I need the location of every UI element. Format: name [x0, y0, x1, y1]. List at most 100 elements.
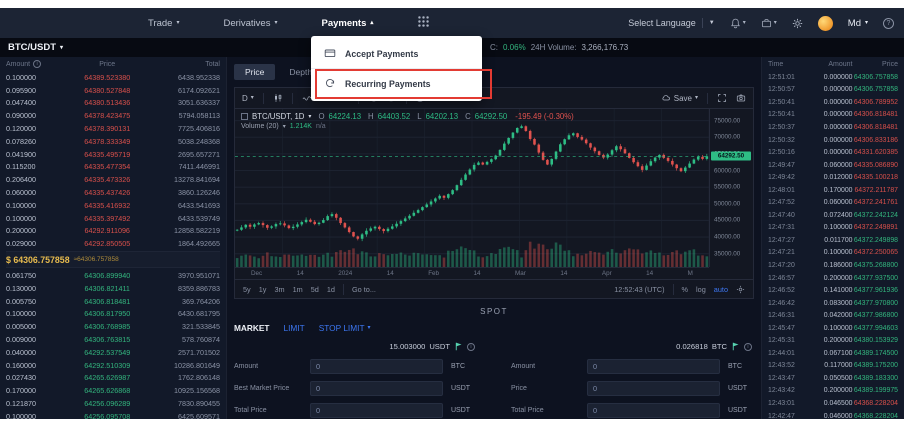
trade-row[interactable]: 12:47:400.07240064372.242124 [768, 209, 898, 222]
apps-grid-button[interactable] [417, 15, 430, 31]
orderbook-bid-row[interactable]: 0.17000064265.62686810925.156568 [6, 384, 220, 397]
info-icon[interactable]: i [33, 60, 41, 68]
trade-row[interactable]: 12:48:010.17000064372.211787 [768, 184, 898, 197]
log-scale-button[interactable]: log [696, 285, 706, 294]
chart-type-button[interactable] [273, 93, 283, 103]
legend-symbol[interactable]: BTC/USDT, 1D [252, 112, 304, 121]
portfolio-button[interactable]: ▾ [761, 18, 777, 29]
orderbook-bid-row[interactable]: 0.12187064256.0962897830.890455 [6, 397, 220, 410]
sell-price-input[interactable] [587, 381, 720, 396]
percent-scale-button[interactable]: % [682, 285, 689, 294]
user-menu[interactable]: Md ▾ [848, 18, 868, 29]
trade-row[interactable]: 12:45:470.10000064377.994603 [768, 322, 898, 335]
trade-row[interactable]: 12:43:420.20000064389.199975 [768, 385, 898, 398]
orderbook-ask-row[interactable]: 0.06000064335.4374263860.126246 [6, 186, 220, 199]
orderbook-ask-row[interactable]: 0.10000064335.4169326433.541693 [6, 199, 220, 212]
orderbook-ask-row[interactable]: 0.04740064380.5134363051.636337 [6, 97, 220, 110]
chart-canvas[interactable] [235, 109, 709, 267]
trade-row[interactable]: 12:46:310.04200064377.986800 [768, 309, 898, 322]
trade-row[interactable]: 12:50:160.00000064331.620385 [768, 146, 898, 159]
flag-icon[interactable] [731, 342, 740, 351]
range-button-3m[interactable]: 3m [274, 285, 284, 294]
menu-recurring-payments[interactable]: Recurring Payments [311, 69, 482, 98]
trade-row[interactable]: 12:47:270.01170064372.249898 [768, 234, 898, 247]
chart-x-axis[interactable]: Dec14202414Feb14Mar14Apr14M [235, 267, 709, 279]
trade-row[interactable]: 12:47:310.10000064372.249891 [768, 222, 898, 235]
orderbook-ask-row[interactable]: 0.10000064335.3974926433.539749 [6, 212, 220, 225]
orderbook-ask-row[interactable]: 0.09000064378.4234755794.058113 [6, 109, 220, 122]
orderbook-bid-row[interactable]: 0.04000064292.5375492571.701502 [6, 346, 220, 359]
buy-total-input[interactable] [310, 403, 443, 418]
orderbook-bid-row[interactable]: 0.16000064292.51030910286.801649 [6, 359, 220, 372]
interval-button[interactable]: D ▾ [242, 94, 254, 103]
trade-row[interactable]: 12:49:470.06000064335.086890 [768, 159, 898, 172]
trade-row[interactable]: 12:50:410.00000064306.818481 [768, 109, 898, 122]
orderbook-ask-row[interactable]: 0.12000064378.3901317725.406816 [6, 122, 220, 135]
chart-settings-icon[interactable] [736, 285, 745, 294]
tab-limit[interactable]: LIMIT [284, 323, 305, 333]
auto-scale-button[interactable]: auto [714, 285, 728, 294]
volume-legend-label[interactable]: Volume (20) [241, 123, 279, 130]
menu-accept-payments[interactable]: Accept Payments [311, 39, 482, 68]
trade-row[interactable]: 12:47:200.18600064375.268800 [768, 259, 898, 272]
trade-row[interactable]: 12:47:520.06000064372.241761 [768, 196, 898, 209]
trade-row[interactable]: 12:50:320.00000064306.833186 [768, 134, 898, 147]
info-icon[interactable]: i [467, 343, 475, 351]
sell-total-input[interactable] [587, 403, 720, 418]
trade-row[interactable]: 12:46:570.20000064377.937500 [768, 272, 898, 285]
snapshot-button[interactable] [736, 93, 746, 103]
orderbook-bid-row[interactable]: 0.06175064306.8999403970.951071 [6, 269, 220, 282]
trade-row[interactable]: 12:42:470.04600064368.228204 [768, 410, 898, 419]
fullscreen-button[interactable] [717, 93, 727, 103]
range-button-5d[interactable]: 5d [311, 285, 319, 294]
trade-row[interactable]: 12:45:310.20000064380.153929 [768, 334, 898, 347]
trade-row[interactable]: 12:44:010.06710064389.174500 [768, 347, 898, 360]
buy-amount-input[interactable] [310, 359, 443, 374]
chart-clock[interactable]: 12:52:43 (UTC) [614, 285, 664, 294]
range-button-1m[interactable]: 1m [293, 285, 303, 294]
tab-market[interactable]: MARKET [234, 323, 270, 333]
orderbook-ask-row[interactable]: 0.11520064335.4773547411.446991 [6, 161, 220, 174]
orderbook-ask-row[interactable]: 0.20640064335.47332613278.841694 [6, 173, 220, 186]
save-button[interactable]: Save ▾ [661, 93, 698, 103]
tab-stop-limit[interactable]: STOP LIMIT ▾ [319, 323, 371, 333]
language-selector[interactable]: Select Language ▼ [628, 18, 715, 28]
buy-price-input[interactable] [310, 381, 443, 396]
orderbook-ask-row[interactable]: 0.02900064292.8505051864.492665 [6, 237, 220, 250]
trade-row[interactable]: 12:43:010.04650064368.228204 [768, 397, 898, 410]
trade-row[interactable]: 12:51:010.00000064306.757858 [768, 71, 898, 84]
orderbook-bid-row[interactable]: 0.10000064306.8179506430.681795 [6, 308, 220, 321]
range-button-5y[interactable]: 5y [243, 285, 251, 294]
trade-row[interactable]: 12:49:420.01200064335.100218 [768, 171, 898, 184]
range-button-1y[interactable]: 1y [259, 285, 267, 294]
trade-row[interactable]: 12:50:570.00000064306.757858 [768, 84, 898, 97]
info-icon[interactable]: i [744, 343, 752, 351]
orderbook-ask-row[interactable]: 0.20000064292.91109612858.582219 [6, 225, 220, 238]
trade-row[interactable]: 12:43:470.05050064389.183300 [768, 372, 898, 385]
orderbook-ask-row[interactable]: 0.10000064389.5233806438.952338 [6, 71, 220, 84]
orderbook-bid-row[interactable]: 0.00575064306.818481369.764206 [6, 295, 220, 308]
orderbook-ask-row[interactable]: 0.09590064380.5278486174.092621 [6, 84, 220, 97]
orderbook-bid-row[interactable]: 0.00500064306.768985321.533845 [6, 320, 220, 333]
trade-row[interactable]: 12:46:420.08300064377.970800 [768, 297, 898, 310]
orderbook-bid-row[interactable]: 0.10000064256.0957086425.609571 [6, 410, 220, 419]
flag-icon[interactable] [454, 342, 463, 351]
settings-button[interactable] [792, 18, 803, 29]
trade-row[interactable]: 12:43:520.11700064389.175200 [768, 360, 898, 373]
orderbook-ask-row[interactable]: 0.07826064378.3333495038.248368 [6, 135, 220, 148]
nav-payments[interactable]: Payments ▴ [322, 18, 374, 29]
nav-trade[interactable]: Trade ▾ [148, 18, 179, 29]
help-button[interactable]: ? [883, 18, 894, 29]
orderbook-bid-row[interactable]: 0.02743064265.6269871762.806148 [6, 372, 220, 385]
trade-row[interactable]: 12:50:410.00000064306.789952 [768, 96, 898, 109]
nav-derivatives[interactable]: Derivatives ▾ [223, 18, 277, 29]
orderbook-bid-row[interactable]: 0.00900064306.763815578.760874 [6, 333, 220, 346]
goto-button[interactable]: Go to... [352, 285, 376, 294]
trade-row[interactable]: 12:50:370.00000064306.818481 [768, 121, 898, 134]
range-button-1d[interactable]: 1d [327, 285, 335, 294]
pair-selector[interactable]: BTC/USDT ▾ [8, 42, 63, 53]
last-price-row[interactable]: $ 64306.757858 ≈64306.757858 [6, 251, 220, 268]
notifications-button[interactable]: ▾ [730, 18, 746, 29]
tab-price[interactable]: Price [234, 64, 275, 80]
trade-row[interactable]: 12:46:520.14100064377.961936 [768, 284, 898, 297]
